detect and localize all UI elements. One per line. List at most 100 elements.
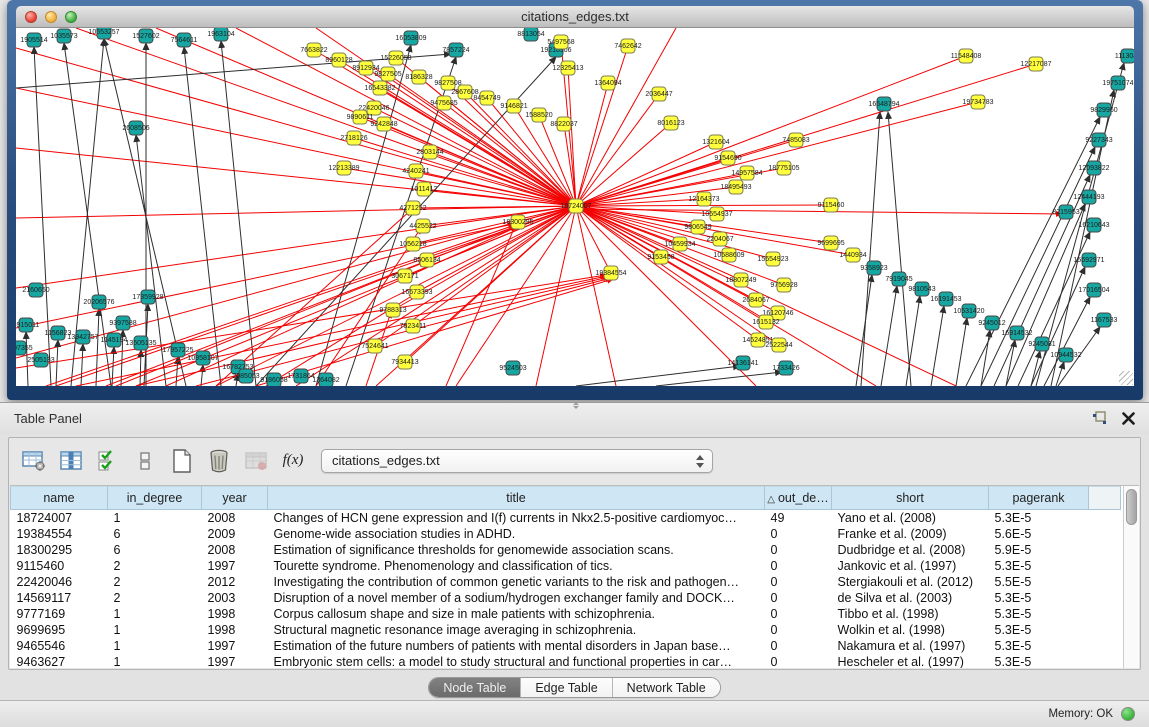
graph-node-teal[interactable]: 2085053	[239, 369, 254, 384]
graph-node-yellow[interactable]: 19734783	[971, 95, 986, 110]
graph-node-yellow[interactable]: 8186328	[412, 70, 427, 85]
graph-node-teal[interactable]: 2160650	[29, 283, 44, 298]
graph-node-yellow[interactable]: 7524641	[368, 339, 383, 354]
graph-node-yellow[interactable]: 9154690	[721, 151, 736, 166]
graph-node-teal[interactable]: 17957225	[171, 343, 186, 358]
table-row[interactable]: 1938455462009Genome-wide association stu…	[11, 526, 1121, 542]
graph-node-yellow[interactable]: 8822037	[557, 117, 572, 132]
table-row[interactable]: 1872400712008Changes of HCN gene express…	[11, 510, 1121, 526]
panel-splitter-handle[interactable]	[571, 402, 581, 409]
delete-column-icon[interactable]	[206, 449, 232, 473]
tab-edge-table[interactable]: Edge Table	[520, 678, 611, 697]
column-header-name[interactable]: name	[11, 487, 108, 510]
function-builder-icon[interactable]: f(x)	[280, 449, 306, 473]
graph-node-teal[interactable]: 9245031	[1035, 337, 1050, 352]
graph-node-teal[interactable]: 3915011	[19, 318, 34, 333]
network-canvas[interactable]: 1905514103557310553257152760275646111963…	[16, 28, 1134, 386]
graph-node-teal[interactable]: 7857224	[449, 43, 464, 58]
graph-node-yellow[interactable]: 8506134	[420, 253, 435, 268]
graph-node-yellow[interactable]: 4240241	[409, 164, 424, 179]
graph-node-teal[interactable]: 17016504	[1087, 283, 1102, 298]
graph-node-teal[interactable]: 9186058	[267, 373, 282, 387]
column-header-short[interactable]: short	[832, 487, 989, 510]
graph-node-yellow[interactable]: 2036447	[652, 87, 667, 102]
select-all-checks-icon[interactable]	[95, 449, 121, 473]
scrollbar-thumb[interactable]	[1126, 489, 1137, 525]
clear-selection-icon[interactable]	[132, 449, 158, 473]
graph-node-teal[interactable]: 16210643	[1087, 218, 1102, 233]
graph-node-teal[interactable]: 2505133	[34, 353, 49, 368]
graph-node-yellow[interactable]: 2803144	[423, 145, 438, 160]
graph-node-teal[interactable]: 10553257	[97, 28, 112, 40]
graph-node-teal[interactable]: 1035573	[57, 29, 72, 44]
graph-node-teal[interactable]: 9245012	[985, 316, 1000, 331]
graph-node-teal[interactable]: 9397588	[116, 316, 131, 331]
graph-node-yellow[interactable]: 7462642	[621, 39, 636, 54]
graph-node-yellow[interactable]: 1056218	[406, 237, 421, 252]
graph-node-teal[interactable]: 1113044	[1121, 49, 1135, 64]
graph-node-yellow[interactable]: 16543382	[373, 81, 388, 96]
graph-node-yellow[interactable]: 15226058	[389, 51, 404, 66]
graph-node-yellow[interactable]: 9475685	[437, 96, 452, 111]
graph-node-teal[interactable]: 19751074	[1111, 76, 1126, 91]
window-resize-grip[interactable]	[1119, 371, 1133, 385]
table-settings-icon[interactable]	[21, 449, 47, 473]
column-header-out_degree[interactable]: △out_de…	[765, 487, 832, 510]
column-visibility-icon[interactable]	[58, 449, 84, 473]
graph-node-teal[interactable]: 1733426	[779, 361, 794, 376]
graph-node-yellow[interactable]: 7485083	[789, 133, 804, 148]
graph-node-yellow[interactable]: 1615132	[759, 315, 774, 330]
graph-node-yellow[interactable]: 7823411	[406, 319, 421, 334]
graph-node-teal[interactable]: 10944532	[1059, 348, 1074, 363]
graph-node-yellow[interactable]: 7663822	[307, 43, 322, 58]
graph-node-yellow[interactable]: 9242848	[377, 117, 392, 132]
graph-node-yellow[interactable]: 1440934	[846, 248, 861, 263]
new-column-icon[interactable]	[169, 449, 195, 473]
graph-node-teal[interactable]: 8813054	[524, 28, 539, 42]
graph-node-yellow[interactable]: 9115460	[824, 198, 839, 213]
graph-node-teal[interactable]: 9358923	[867, 261, 882, 276]
table-row[interactable]: 946362711997Embryonic stem cells: a mode…	[11, 654, 1121, 669]
graph-node-yellow[interactable]: 9788313	[386, 303, 401, 318]
graph-node-teal[interactable]: 7919045	[892, 272, 907, 287]
graph-node-yellow[interactable]: 10459934	[673, 237, 688, 252]
graph-node-teal[interactable]: 1167533	[1097, 313, 1112, 328]
graph-node-yellow[interactable]: 10554937	[710, 207, 725, 222]
graph-node-yellow[interactable]: 9890611	[353, 110, 368, 125]
graph-node-yellow[interactable]: 12213389	[337, 161, 352, 176]
graph-node-yellow[interactable]: 10688609	[722, 248, 737, 263]
column-header-in_degree[interactable]: in_degree	[108, 487, 202, 510]
table-row[interactable]: 969969511998Structural magnetic resonanc…	[11, 622, 1121, 638]
graph-node-yellow[interactable]: 7934413	[398, 355, 413, 370]
table-row[interactable]: 946554611997Estimation of the future num…	[11, 638, 1121, 654]
graph-node-yellow[interactable]: 1364094	[601, 76, 616, 91]
graph-node-teal[interactable]: 16191453	[939, 292, 954, 307]
graph-node-yellow[interactable]: 14957584	[740, 166, 755, 181]
table-row[interactable]: 911546021997Tourette syndrome. Phenomeno…	[11, 558, 1121, 574]
graph-node-yellow[interactable]: 16673393	[410, 285, 425, 300]
table-row[interactable]: 1830029562008Estimation of significance …	[11, 542, 1121, 558]
graph-node-teal[interactable]: 10958107	[196, 351, 211, 366]
graph-node-yellow[interactable]: 2718126	[347, 131, 362, 146]
graph-node-teal[interactable]: 9524503	[506, 361, 521, 376]
window-titlebar[interactable]: citations_edges.txt	[16, 6, 1134, 28]
graph-node-teal[interactable]: 1527602	[139, 29, 154, 44]
graph-node-yellow[interactable]: 18807249	[734, 273, 749, 288]
graph-node-yellow[interactable]: 2684067	[749, 293, 764, 308]
tab-node-table[interactable]: Node Table	[429, 678, 520, 697]
graph-node-yellow[interactable]: 2867608	[458, 85, 473, 100]
table-selector-dropdown[interactable]: citations_edges.txt	[321, 449, 713, 473]
graph-node-yellow[interactable]: 1588520	[532, 108, 547, 123]
graph-node-yellow[interactable]: 15654923	[766, 252, 781, 267]
graph-node-yellow[interactable]: 12325413	[561, 61, 576, 76]
graph-node-yellow[interactable]: 1321604	[709, 135, 724, 150]
graph-node-yellow[interactable]: 1011412	[417, 182, 432, 197]
graph-node-teal[interactable]: 1156823	[51, 326, 66, 341]
column-header-pagerank[interactable]: pagerank	[989, 487, 1089, 510]
graph-node-yellow[interactable]: 8960128	[332, 53, 347, 68]
graph-node-yellow[interactable]: 9827505	[381, 67, 396, 82]
graph-node-yellow[interactable]: 19384554	[604, 266, 619, 281]
graph-node-teal[interactable]: 13942757	[76, 330, 91, 345]
float-panel-icon[interactable]	[1092, 411, 1108, 426]
graph-node-teal[interactable]: 12444193	[1082, 190, 1097, 205]
